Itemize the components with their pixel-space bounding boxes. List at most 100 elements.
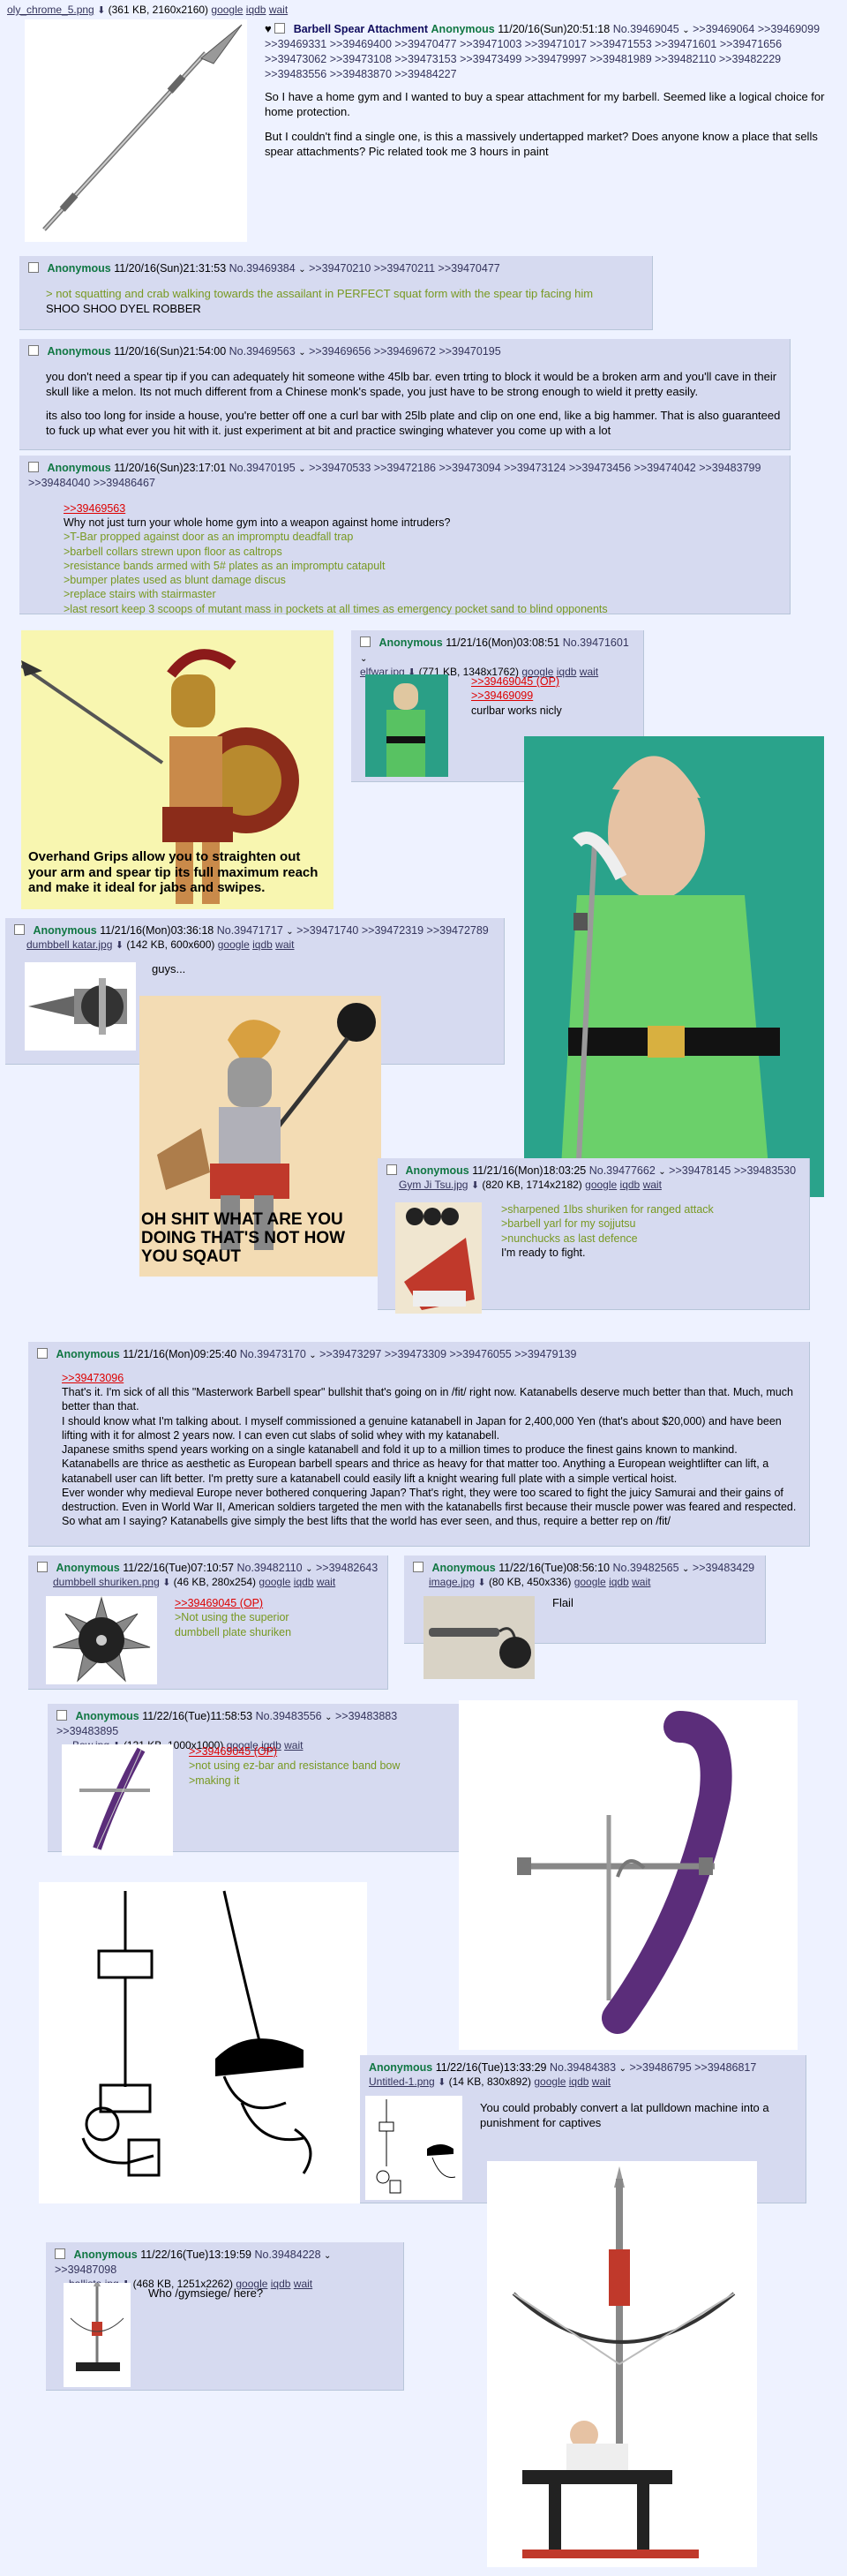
iqdb-link[interactable]: iqdb	[569, 2075, 589, 2088]
file-link[interactable]: Gym Ji Tsu.jpg	[399, 1179, 468, 1191]
download-icon[interactable]: ⬇	[471, 1180, 479, 1191]
download-icon[interactable]: ⬇	[116, 940, 124, 951]
ez-bar-bow-image[interactable]	[459, 1700, 798, 2050]
chevron-down-icon[interactable]: ⌄	[298, 464, 305, 474]
post-replies[interactable]: >>39478145 >>39483530	[669, 1164, 796, 1177]
post-thumbnail[interactable]	[365, 674, 448, 777]
chevron-down-icon[interactable]: ⌄	[305, 1564, 312, 1574]
stick-figure-drawing-image[interactable]	[39, 1882, 367, 2203]
file-link[interactable]: dumbbell shuriken.png	[53, 1576, 160, 1588]
post-number[interactable]: No.39477662	[589, 1164, 656, 1177]
post-number[interactable]: No.39482110	[236, 1562, 302, 1574]
post-replies[interactable]: >>39483429	[693, 1562, 754, 1574]
wait-link[interactable]: wait	[580, 666, 598, 678]
post-replies[interactable]: >>39470210 >>39470211 >>39470477	[309, 262, 500, 275]
post-thumbnail[interactable]	[62, 1744, 173, 1856]
iqdb-link[interactable]: iqdb	[246, 4, 266, 16]
post-checkbox[interactable]	[56, 1710, 67, 1721]
spartan-meme-image[interactable]: Overhand Grips allow you to straighten o…	[21, 630, 334, 909]
post-number[interactable]: No.39484228	[254, 2248, 320, 2261]
post-checkbox[interactable]	[37, 1562, 48, 1572]
post-number[interactable]: No.39469563	[229, 345, 296, 358]
file-link[interactable]: Untitled-1.png	[369, 2075, 435, 2088]
post-replies[interactable]: >>39482643	[316, 1562, 378, 1574]
chevron-down-icon[interactable]: ⌄	[325, 1713, 332, 1722]
chevron-down-icon[interactable]: ⌄	[619, 2064, 626, 2074]
chevron-down-icon[interactable]: ⌄	[286, 927, 293, 937]
quote-link[interactable]: >>39469099	[471, 689, 533, 702]
chevron-down-icon[interactable]: ⌄	[298, 265, 305, 275]
download-icon[interactable]: ⬇	[477, 1578, 485, 1588]
chevron-down-icon[interactable]: ⌄	[658, 1167, 665, 1177]
wait-link[interactable]: wait	[269, 4, 288, 16]
chevron-down-icon[interactable]: ⌄	[360, 654, 367, 664]
op-image-barbell-spear[interactable]	[25, 19, 247, 242]
iqdb-link[interactable]: iqdb	[271, 2278, 291, 2290]
quote-link[interactable]: >>39469563	[64, 502, 125, 515]
post-checkbox[interactable]	[37, 1348, 48, 1359]
post-thumbnail[interactable]	[424, 1596, 535, 1679]
post-checkbox[interactable]	[28, 462, 39, 472]
post-number[interactable]: No.39471717	[217, 924, 283, 937]
iqdb-link[interactable]: iqdb	[620, 1179, 641, 1191]
file-link[interactable]: dumbbell katar.jpg	[26, 938, 112, 951]
download-icon[interactable]: ⬇	[438, 2077, 446, 2088]
post-number[interactable]: No.39470195	[229, 462, 296, 474]
post-number[interactable]: No.39471601	[563, 636, 629, 649]
post-checkbox[interactable]	[28, 262, 39, 273]
chevron-down-icon[interactable]: ⌄	[682, 26, 689, 35]
post-checkbox[interactable]	[360, 636, 371, 647]
chevron-down-icon[interactable]: ⌄	[309, 1351, 316, 1360]
post-replies[interactable]: >>39473297 >>39473309 >>39476055 >>39479…	[319, 1348, 576, 1360]
iqdb-link[interactable]: iqdb	[294, 1576, 314, 1588]
post-number[interactable]: No.39482565	[612, 1562, 678, 1574]
chevron-down-icon[interactable]: ⌄	[324, 2251, 331, 2261]
post-checkbox[interactable]	[28, 345, 39, 356]
post-checkbox[interactable]	[413, 1562, 424, 1572]
post-number[interactable]: No.39473170	[240, 1348, 306, 1360]
iqdb-link[interactable]: iqdb	[609, 1576, 629, 1588]
download-icon[interactable]: ⬇	[97, 5, 105, 16]
post-checkbox[interactable]	[14, 924, 25, 935]
op-filename-link[interactable]: oly_chrome_5.png	[7, 4, 94, 16]
post-thumbnail[interactable]	[64, 2283, 131, 2387]
quote-link[interactable]: >>39473096	[62, 1372, 124, 1384]
post-replies[interactable]: >>39487098	[55, 2263, 116, 2276]
ballista-gym-image[interactable]	[487, 2161, 757, 2567]
knight-meme-image[interactable]: OH SHIT WHAT ARE YOU DOING THAT'S NOT HO…	[139, 996, 381, 1277]
post-number[interactable]: No.39483556	[256, 1710, 322, 1722]
wait-link[interactable]: wait	[317, 1576, 335, 1588]
op-postno[interactable]: No.39469045	[613, 23, 679, 35]
op-checkbox[interactable]	[274, 23, 286, 34]
iqdb-link[interactable]: iqdb	[252, 938, 273, 951]
elf-curlbar-image[interactable]	[524, 736, 824, 1197]
wait-link[interactable]: wait	[643, 1179, 662, 1191]
chevron-down-icon[interactable]: ⌄	[298, 348, 305, 358]
google-link[interactable]: google	[574, 1576, 606, 1588]
wait-link[interactable]: wait	[592, 2075, 611, 2088]
download-icon[interactable]: ⬇	[162, 1578, 170, 1588]
google-link[interactable]: google	[534, 2075, 566, 2088]
post-thumbnail[interactable]	[395, 1202, 482, 1314]
quote-link-op[interactable]: >>39469045 (OP)	[471, 675, 559, 688]
google-link[interactable]: google	[218, 938, 250, 951]
quote-link-op[interactable]: >>39469045 (OP)	[189, 1745, 277, 1758]
post-replies[interactable]: >>39471740 >>39472319 >>39472789	[296, 924, 489, 937]
post-number[interactable]: No.39484383	[550, 2061, 616, 2074]
quote-link-op[interactable]: >>39469045 (OP)	[175, 1597, 263, 1609]
post-thumbnail[interactable]	[46, 1596, 157, 1684]
google-link[interactable]: google	[259, 1576, 290, 1588]
google-link[interactable]: google	[585, 1179, 617, 1191]
file-link[interactable]: image.jpg	[429, 1576, 475, 1588]
google-link[interactable]: google	[211, 4, 243, 16]
post-checkbox[interactable]	[386, 1164, 397, 1175]
wait-link[interactable]: wait	[294, 2278, 312, 2290]
post-thumbnail[interactable]	[25, 962, 136, 1051]
post-replies[interactable]: >>39469656 >>39469672 >>39470195	[309, 345, 501, 358]
post-checkbox[interactable]	[55, 2248, 65, 2259]
post-thumbnail[interactable]	[365, 2096, 462, 2200]
wait-link[interactable]: wait	[275, 938, 294, 951]
chevron-down-icon[interactable]: ⌄	[682, 1564, 689, 1574]
post-number[interactable]: No.39469384	[229, 262, 296, 275]
heart-icon[interactable]: ♥	[265, 22, 272, 35]
